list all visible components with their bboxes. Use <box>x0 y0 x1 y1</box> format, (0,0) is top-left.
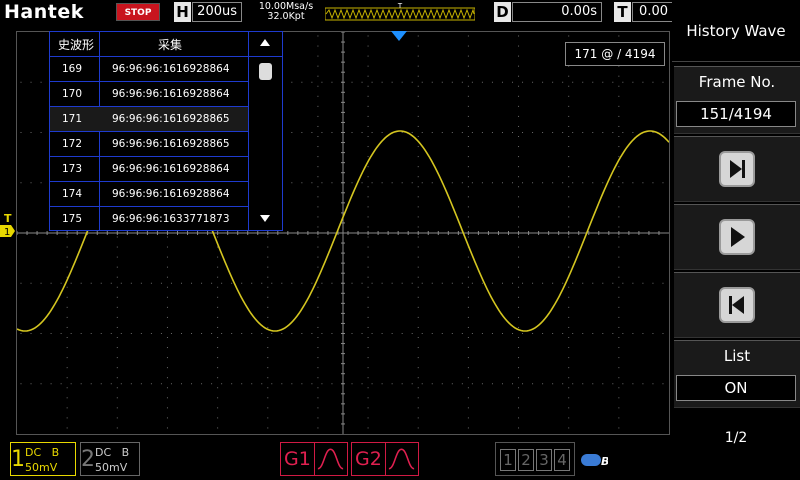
table-row[interactable]: 169 96:96:96:1616928864 <box>50 57 248 82</box>
trigger-time-value[interactable]: 0.00 <box>632 2 672 22</box>
channel2-number: 2 <box>81 447 95 472</box>
frame-number-section[interactable]: Frame No. 151/4194 <box>674 66 800 134</box>
channel-selector-3[interactable]: 3 <box>536 449 552 471</box>
play-button[interactable] <box>719 219 755 255</box>
channel1-settings[interactable]: 1 DC B 50mV <box>10 442 76 476</box>
svg-text:1: 1 <box>4 227 10 238</box>
svg-text:B: B <box>601 455 608 468</box>
channel-selector-4[interactable]: 4 <box>554 449 570 471</box>
table-row[interactable]: 173 96:96:96:1616928864 <box>50 157 248 182</box>
channel2-settings[interactable]: 2 DC B 50mV <box>80 442 140 476</box>
top-status-bar: Hantek STOP H 200us 10.00Msa/s 32.0Kpt T… <box>0 0 672 26</box>
timebase-value[interactable]: 200us <box>192 2 242 22</box>
channel1-ground-marker[interactable]: 1 <box>0 224 16 238</box>
scroll-down-icon[interactable] <box>260 215 270 222</box>
play-icon <box>731 227 745 247</box>
horizontal-label: H <box>174 2 191 22</box>
history-list-table[interactable]: 史波形 采集 169 96:96:96:1616928864 170 96:96… <box>49 31 283 231</box>
play-section[interactable] <box>674 204 800 270</box>
list-section[interactable]: List ON <box>674 340 800 408</box>
frame-number-value[interactable]: 151/4194 <box>676 101 796 127</box>
generator2-button[interactable]: G2 <box>351 442 419 476</box>
run-stop-button[interactable]: STOP <box>116 3 160 21</box>
channel1-info: DC B 50mV <box>25 446 60 474</box>
table-row[interactable]: 174 96:96:96:1616928864 <box>50 182 248 207</box>
sample-info: 10.00Msa/s 32.0Kpt <box>250 2 322 22</box>
channel2-info: DC B 50mV <box>95 446 130 474</box>
bus-b-icon[interactable]: B <box>580 452 608 468</box>
frame-readout: 171 @ / 4194 <box>565 42 665 66</box>
generator1-button[interactable]: G1 <box>280 442 348 476</box>
column-header-timestamp: 采集 <box>158 38 183 52</box>
table-row[interactable]: 170 96:96:96:1616928864 <box>50 82 248 107</box>
memory-depth: 32.0Kpt <box>267 11 305 22</box>
trigger-marker: T <box>397 3 403 10</box>
table-row[interactable]: 175 96:96:96:1633771873 <box>50 207 248 232</box>
column-header-index: 史波形 <box>58 38 95 52</box>
history-wave-menu: History Wave Frame No. 151/4194 List ON … <box>672 0 800 480</box>
trigger-label: T <box>614 2 631 22</box>
list-toggle-value[interactable]: ON <box>676 375 796 401</box>
trigger-position-bar: T <box>325 3 475 21</box>
channel1-number: 1 <box>11 447 25 472</box>
previous-frame-button[interactable] <box>719 287 755 323</box>
bottom-status-bar: 1 DC B 50mV 2 DC B 50mV G1 G2 1 2 3 4 B <box>0 438 672 480</box>
next-frame-icon <box>730 160 745 178</box>
frame-number-label: Frame No. <box>698 73 776 91</box>
brand-logo: Hantek <box>4 1 84 23</box>
previous-frame-section[interactable] <box>674 272 800 338</box>
sine-wave-icon <box>385 443 415 475</box>
trigger-position-marker[interactable] <box>390 30 408 42</box>
sine-wave-icon <box>314 443 344 475</box>
scrollbar-thumb[interactable] <box>259 63 272 80</box>
channel-selector-1[interactable]: 1 <box>500 449 516 471</box>
next-frame-section[interactable] <box>674 136 800 202</box>
table-row-selected[interactable]: 171 96:96:96:1616928865 <box>50 107 248 132</box>
table-row[interactable]: 172 96:96:96:1616928865 <box>50 132 248 157</box>
delay-label: D <box>494 2 511 22</box>
menu-page-indicator[interactable]: 1/2 <box>672 420 800 456</box>
delay-value[interactable]: 0.00s <box>512 2 602 22</box>
scroll-up-icon[interactable] <box>260 39 270 46</box>
channel-selector-2[interactable]: 2 <box>518 449 534 471</box>
next-frame-button[interactable] <box>719 151 755 187</box>
previous-frame-icon <box>729 296 744 314</box>
list-label: List <box>723 347 751 365</box>
menu-title: History Wave <box>672 0 800 62</box>
channel-selector-group: 1 2 3 4 <box>495 442 575 476</box>
